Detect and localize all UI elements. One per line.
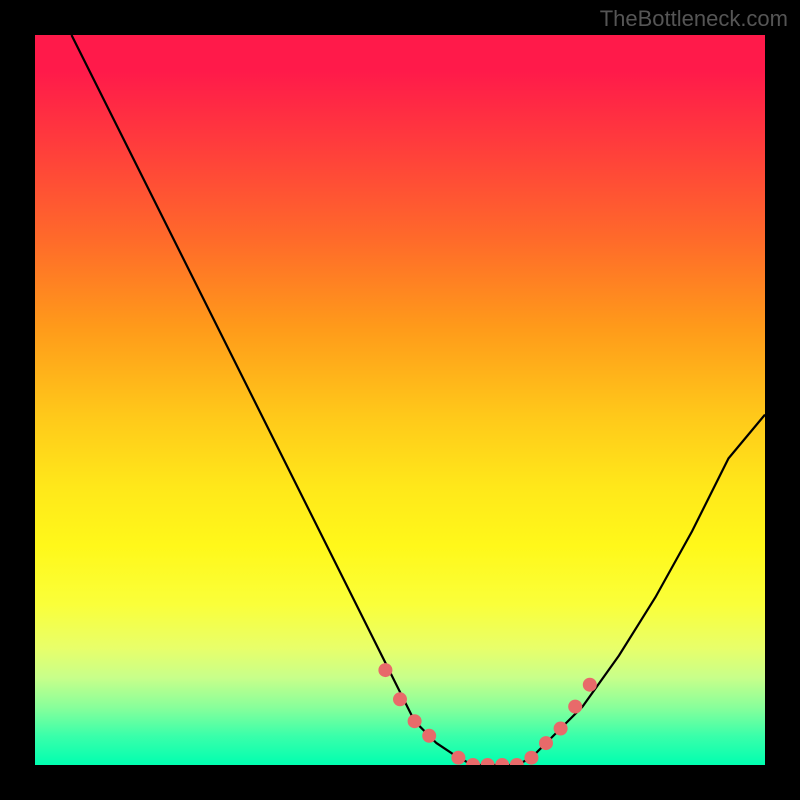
highlight-marker bbox=[568, 700, 582, 714]
highlight-marker bbox=[495, 758, 509, 765]
highlight-marker bbox=[583, 678, 597, 692]
highlight-marker bbox=[481, 758, 495, 765]
highlight-marker bbox=[524, 751, 538, 765]
highlight-marker bbox=[451, 751, 465, 765]
watermark-text: TheBottleneck.com bbox=[600, 6, 788, 32]
highlight-markers bbox=[378, 663, 596, 765]
chart-plot-area bbox=[35, 35, 765, 765]
highlight-marker bbox=[539, 736, 553, 750]
highlight-marker bbox=[408, 714, 422, 728]
highlight-marker bbox=[378, 663, 392, 677]
bottleneck-curve-line bbox=[72, 35, 766, 765]
highlight-marker bbox=[510, 758, 524, 765]
highlight-marker bbox=[422, 729, 436, 743]
highlight-marker bbox=[466, 758, 480, 765]
chart-svg bbox=[35, 35, 765, 765]
highlight-marker bbox=[554, 722, 568, 736]
highlight-marker bbox=[393, 692, 407, 706]
